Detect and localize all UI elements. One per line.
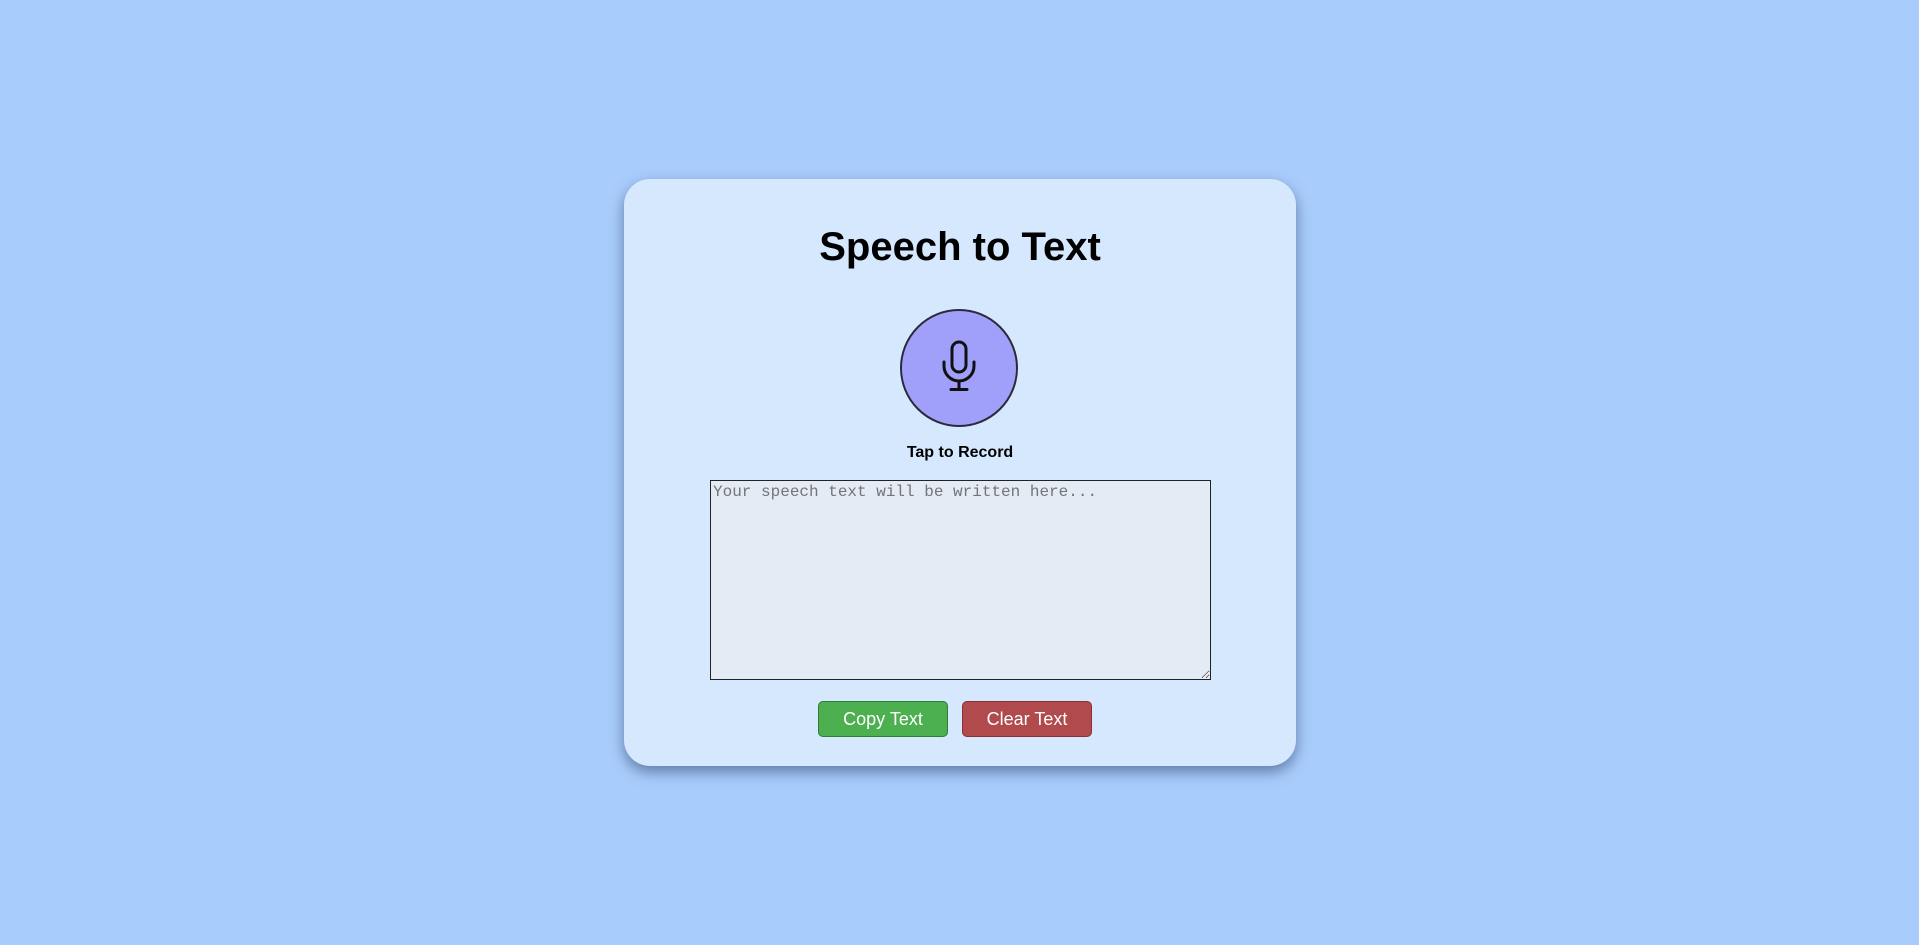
record-label: Tap to Record xyxy=(906,444,1014,461)
record-button[interactable] xyxy=(900,309,1018,427)
speech-text-area[interactable] xyxy=(710,480,1211,680)
copy-text-button[interactable]: Copy Text xyxy=(818,701,948,737)
microphone-icon xyxy=(937,340,981,397)
speech-to-text-card: Speech to Text Tap to Record Copy Text C… xyxy=(624,179,1296,766)
page-title: Speech to Text xyxy=(819,225,1101,269)
clear-text-button[interactable]: Clear Text xyxy=(962,701,1092,737)
